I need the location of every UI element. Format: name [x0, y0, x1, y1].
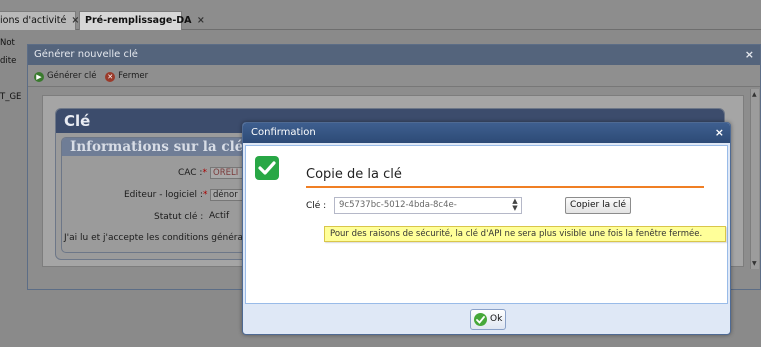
side-fragment: dite	[0, 56, 17, 66]
dialog-body: Copie de la clé Clé : 9c5737bc-5012-4bda…	[245, 145, 728, 304]
editor-label: Editeur - logiciel :*	[124, 190, 207, 200]
checkmark-icon	[255, 156, 279, 180]
side-fragment: Not	[0, 38, 15, 48]
vertical-scrollbar[interactable]: ▲ ▼	[750, 89, 759, 269]
key-field[interactable]: 9c5737bc-5012-4bda-8c4e-	[334, 197, 522, 214]
generate-key-button[interactable]: ▶ Générer clé	[34, 65, 96, 87]
status-label: Statut clé :	[154, 212, 204, 222]
tab-label: ions d'activité	[0, 15, 67, 26]
cancel-icon: ✕	[105, 72, 116, 82]
key-label: Clé :	[306, 201, 327, 211]
tab-pre-remplissage[interactable]: Pré-remplissage-DA ×	[79, 11, 205, 30]
confirmation-dialog: Confirmation × Copie de la clé Clé : 9c5…	[242, 122, 731, 335]
terms-text: J'ai lu et j'accepte les conditions géné…	[64, 233, 246, 243]
tab-activity[interactable]: ions d'activité ×	[0, 11, 79, 30]
window-title: Générer nouvelle clé ×	[28, 45, 760, 65]
close-label: Fermer	[118, 71, 149, 81]
security-warning-tooltip: Pour des raisons de sécurité, la clé d'A…	[324, 226, 726, 242]
background-tab-bar: ions d'activité × Pré-remplissage-DA ×	[0, 0, 761, 30]
side-fragment: T_GE	[0, 92, 22, 102]
ok-label: Ok	[490, 314, 503, 324]
scroll-down-icon[interactable]: ▼	[752, 260, 757, 267]
heading-divider	[306, 186, 704, 188]
tab-label: Pré-remplissage-DA	[85, 15, 192, 26]
copy-key-button[interactable]: Copier la clé	[565, 197, 631, 214]
close-button[interactable]: ✕ Fermer	[105, 65, 148, 87]
dialog-heading: Copie de la clé	[306, 167, 402, 182]
scroll-up-icon[interactable]: ▲	[752, 91, 757, 98]
dialog-title: Confirmation	[251, 127, 316, 138]
tab-close-icon[interactable]: ×	[197, 15, 205, 26]
window-title-text: Générer nouvelle clé	[34, 49, 138, 60]
required-marker: *	[202, 168, 207, 178]
close-icon[interactable]: ×	[745, 45, 754, 65]
editor-label-text: Editeur - logiciel :	[124, 190, 203, 200]
cac-label-text: CAC :	[178, 168, 203, 178]
cac-label: CAC :*	[178, 168, 207, 178]
required-marker: *	[202, 190, 208, 200]
check-circle-icon	[474, 313, 487, 326]
section-title: Informations sur la clé	[70, 139, 244, 155]
spinner-arrows-icon[interactable]: ▲ ▼	[509, 198, 521, 213]
generate-key-label: Générer clé	[47, 71, 97, 81]
close-icon[interactable]: ×	[715, 123, 724, 143]
window-toolbar: ▶ Générer clé ✕ Fermer	[28, 65, 760, 87]
ok-button[interactable]: Ok	[470, 309, 506, 330]
dialog-title-bar: Confirmation ×	[243, 123, 730, 143]
status-value: Actif	[209, 211, 230, 221]
play-icon: ▶	[34, 72, 44, 82]
